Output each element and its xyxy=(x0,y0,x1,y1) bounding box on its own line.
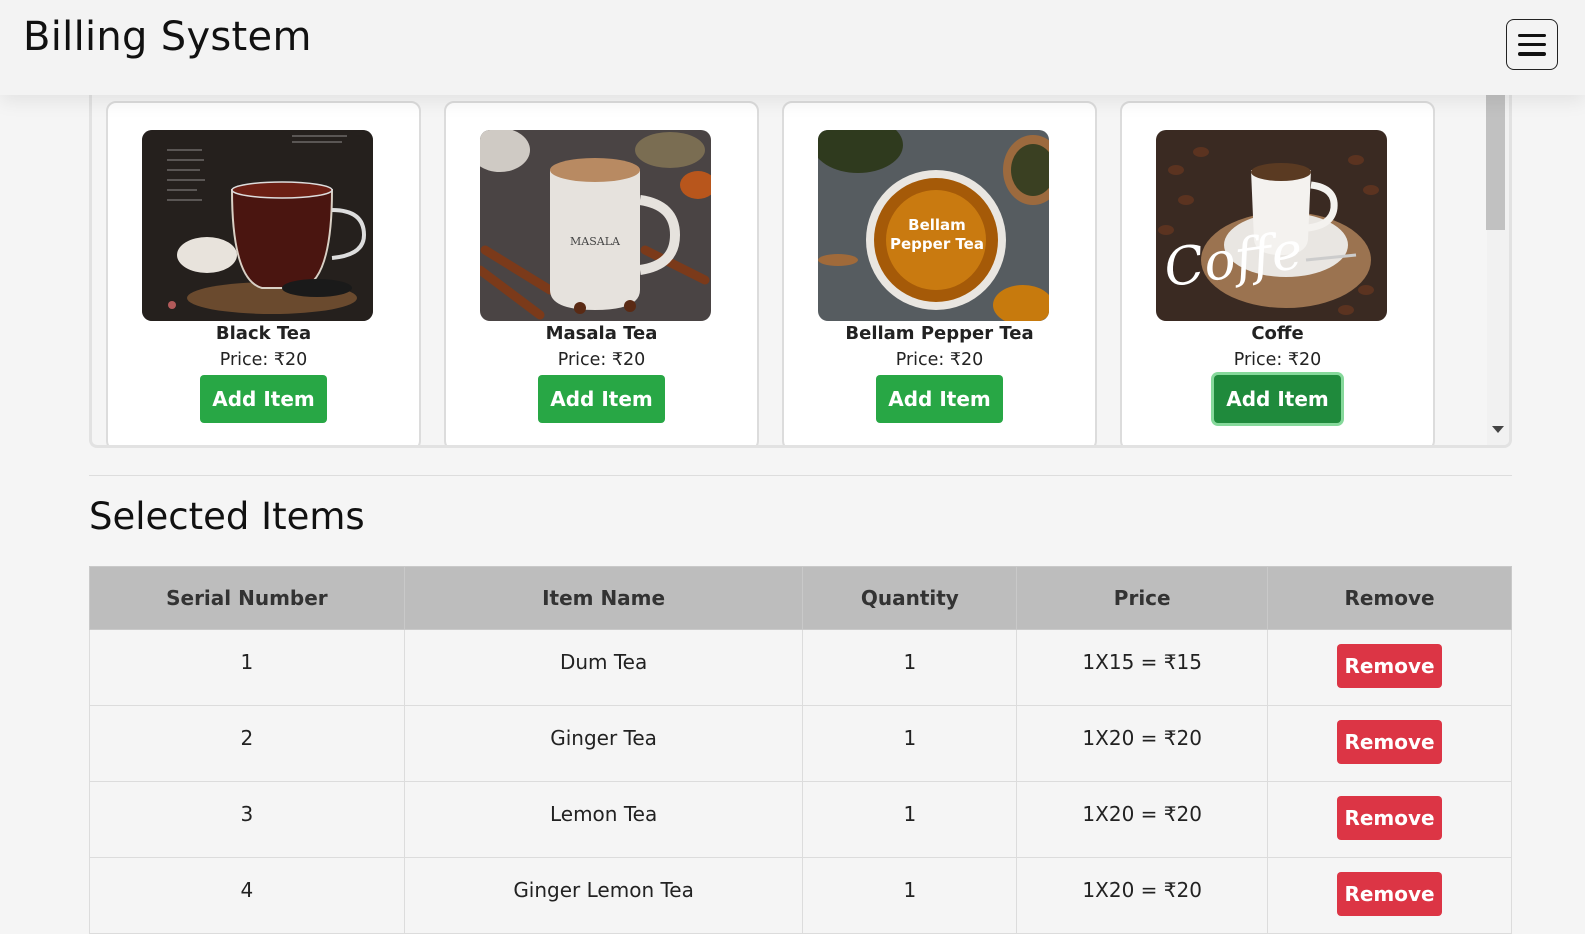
table-row: 4 Ginger Lemon Tea 1 1X20 = ₹20 Remove xyxy=(89,857,1512,934)
section-divider xyxy=(89,475,1512,476)
remove-cell: Remove xyxy=(1267,629,1512,706)
masala-tea-image: MASALA xyxy=(480,130,711,321)
item-cell: Ginger Tea xyxy=(403,705,804,782)
scrollbar-thumb[interactable] xyxy=(1486,94,1505,230)
header-serial-number: Serial Number xyxy=(89,566,405,630)
remove-button[interactable]: Remove xyxy=(1337,872,1443,916)
remove-button[interactable]: Remove xyxy=(1337,720,1443,764)
selected-items-heading: Selected Items xyxy=(89,495,365,538)
product-scroll-area[interactable]: Black Tea Price: ₹20 Add Item MASALA Mas… xyxy=(89,94,1512,448)
product-name: Masala Tea xyxy=(545,323,658,344)
header-remove: Remove xyxy=(1267,566,1512,630)
add-item-button[interactable]: Add Item xyxy=(876,375,1003,423)
product-name: Coffe xyxy=(1251,323,1304,344)
remove-cell: Remove xyxy=(1267,705,1512,782)
black-tea-image xyxy=(142,130,373,321)
qty-cell: 1 xyxy=(802,857,1018,934)
price-cell: 1X20 = ₹20 xyxy=(1016,705,1269,782)
serial-cell: 2 xyxy=(89,705,405,782)
product-price: Price: ₹20 xyxy=(557,350,646,370)
product-price: Price: ₹20 xyxy=(219,350,308,370)
product-price: Price: ₹20 xyxy=(1233,350,1322,370)
table-row: 1 Dum Tea 1 1X15 = ₹15 Remove xyxy=(89,629,1512,706)
qty-cell: 1 xyxy=(802,781,1018,858)
table-row: 3 Lemon Tea 1 1X20 = ₹20 Remove xyxy=(89,781,1512,858)
add-item-button[interactable]: Add Item xyxy=(1214,375,1341,423)
product-name: Bellam Pepper Tea xyxy=(845,323,1034,344)
price-cell: 1X20 = ₹20 xyxy=(1016,781,1269,858)
remove-button[interactable]: Remove xyxy=(1337,796,1443,840)
product-card-bellam-pepper-tea: Bellam Pepper Tea Bellam Pepper Tea Pric… xyxy=(782,101,1097,445)
remove-button[interactable]: Remove xyxy=(1337,644,1443,688)
coffe-image: Coffe xyxy=(1156,130,1387,321)
serial-cell: 1 xyxy=(89,629,405,706)
navbar: Billing System xyxy=(0,0,1585,95)
table-row: 2 Ginger Tea 1 1X20 = ₹20 Remove xyxy=(89,705,1512,782)
header-item-name: Item Name xyxy=(403,566,804,630)
item-cell: Ginger Lemon Tea xyxy=(403,857,804,934)
price-cell: 1X15 = ₹15 xyxy=(1016,629,1269,706)
remove-cell: Remove xyxy=(1267,781,1512,858)
qty-cell: 1 xyxy=(802,705,1018,782)
bellam-pepper-tea-image-caption: Bellam Pepper Tea xyxy=(890,216,984,253)
table-header-row: Serial Number Item Name Quantity Price R… xyxy=(89,566,1512,630)
item-cell: Dum Tea xyxy=(403,629,804,706)
scroll-down-arrow-icon[interactable] xyxy=(1492,426,1504,433)
product-card-black-tea: Black Tea Price: ₹20 Add Item xyxy=(106,101,421,445)
header-quantity: Quantity xyxy=(802,566,1018,630)
product-card-coffe: Coffe Coffe Price: ₹20 Add Item xyxy=(1120,101,1435,445)
app-title[interactable]: Billing System xyxy=(23,14,312,60)
add-item-button[interactable]: Add Item xyxy=(538,375,665,423)
serial-cell: 3 xyxy=(89,781,405,858)
add-item-button[interactable]: Add Item xyxy=(200,375,327,423)
item-cell: Lemon Tea xyxy=(403,781,804,858)
qty-cell: 1 xyxy=(802,629,1018,706)
price-cell: 1X20 = ₹20 xyxy=(1016,857,1269,934)
header-price: Price xyxy=(1016,566,1269,630)
bellam-pepper-tea-image: Bellam Pepper Tea xyxy=(818,130,1049,321)
hamburger-menu-icon xyxy=(1518,33,1546,56)
remove-cell: Remove xyxy=(1267,857,1512,934)
product-name: Black Tea xyxy=(215,323,312,344)
svg-text:MASALA: MASALA xyxy=(570,235,621,248)
product-card-masala-tea: MASALA Masala Tea Price: ₹20 Add Item xyxy=(444,101,759,445)
product-price: Price: ₹20 xyxy=(895,350,984,370)
selected-items-table: Serial Number Item Name Quantity Price R… xyxy=(89,566,1512,934)
menu-toggle-button[interactable] xyxy=(1506,19,1558,70)
serial-cell: 4 xyxy=(89,857,405,934)
